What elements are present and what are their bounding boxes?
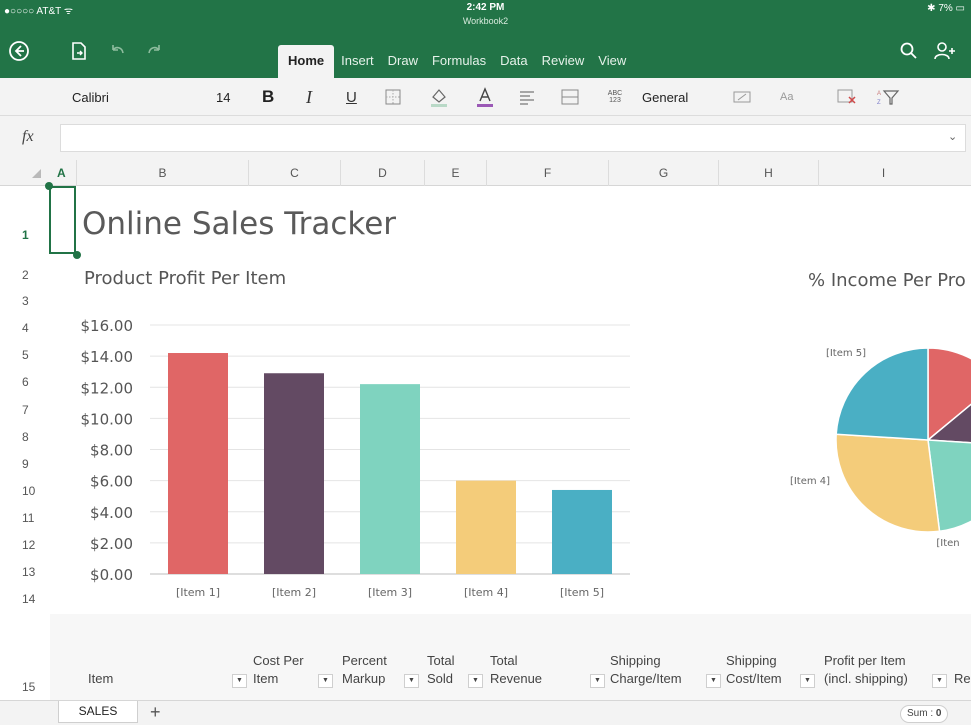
y-tick-label: $14.00 [81, 348, 134, 366]
y-tick-label: $10.00 [81, 410, 134, 428]
y-tick-label: $8.00 [90, 442, 133, 460]
table-header-shipping-charge[interactable]: Shipping Charge/Item [610, 652, 700, 688]
filter-dropdown-icon[interactable]: ▼ [232, 674, 247, 688]
status-sum: Sum : 0 [900, 705, 949, 723]
x-tick-label: [Item 2] [272, 586, 316, 599]
excel-app: ●○○○○ AT&T ᯤ 2:42 PM Workbook2 ✱ 7% ▭ Ho… [0, 0, 971, 725]
x-tick-label: [Item 5] [560, 586, 604, 599]
pie-slice [835, 347, 929, 441]
filter-dropdown-icon[interactable]: ▼ [800, 674, 815, 688]
bar [552, 489, 612, 574]
sheet-tab-sales[interactable]: SALES [58, 701, 138, 723]
y-tick-label: $6.00 [90, 473, 133, 491]
pie-label: [Item 4] [790, 476, 830, 487]
table-header-profit[interactable]: Profit per Item (incl. shipping) [824, 652, 930, 688]
table-header-revenue[interactable]: Total Revenue [490, 652, 552, 688]
y-tick-label: $2.00 [90, 535, 133, 553]
filter-dropdown-icon[interactable]: ▼ [706, 674, 721, 688]
filter-dropdown-icon[interactable]: ▼ [468, 674, 483, 688]
pie-label: [Iten [936, 538, 959, 549]
table-header-cost[interactable]: Cost Per Item [253, 652, 315, 688]
table-header-sold[interactable]: Total Sold [427, 652, 467, 688]
table-header-markup[interactable]: Percent Markup [342, 652, 402, 688]
bar [360, 384, 420, 574]
filter-dropdown-icon[interactable]: ▼ [932, 674, 947, 688]
filter-dropdown-icon[interactable]: ▼ [590, 674, 605, 688]
filter-dropdown-icon[interactable]: ▼ [318, 674, 333, 688]
y-tick-label: $0.00 [90, 566, 133, 584]
filter-dropdown-icon[interactable]: ▼ [404, 674, 419, 688]
table-header-shipping-cost[interactable]: Shipping Cost/Item [726, 652, 798, 688]
x-tick-label: [Item 3] [368, 586, 412, 599]
sheet-tab-bar: SALES + Sum : 0 [0, 700, 971, 725]
y-tick-label: $12.00 [81, 379, 134, 397]
y-tick-label: $16.00 [81, 317, 134, 335]
pie-label: [Item 5] [826, 348, 866, 359]
pie-slice [835, 433, 941, 533]
table-header-item[interactable]: Item [88, 670, 113, 688]
add-sheet-button[interactable]: + [150, 702, 161, 723]
table-header-re[interactable]: Re [954, 670, 971, 688]
bar [456, 480, 516, 574]
bar [264, 373, 324, 574]
bar [168, 353, 228, 574]
sum-label: Sum : [907, 708, 934, 719]
y-tick-label: $4.00 [90, 504, 133, 522]
x-tick-label: [Item 1] [176, 586, 220, 599]
x-tick-label: [Item 4] [464, 586, 508, 599]
sum-value: 0 [935, 708, 942, 719]
